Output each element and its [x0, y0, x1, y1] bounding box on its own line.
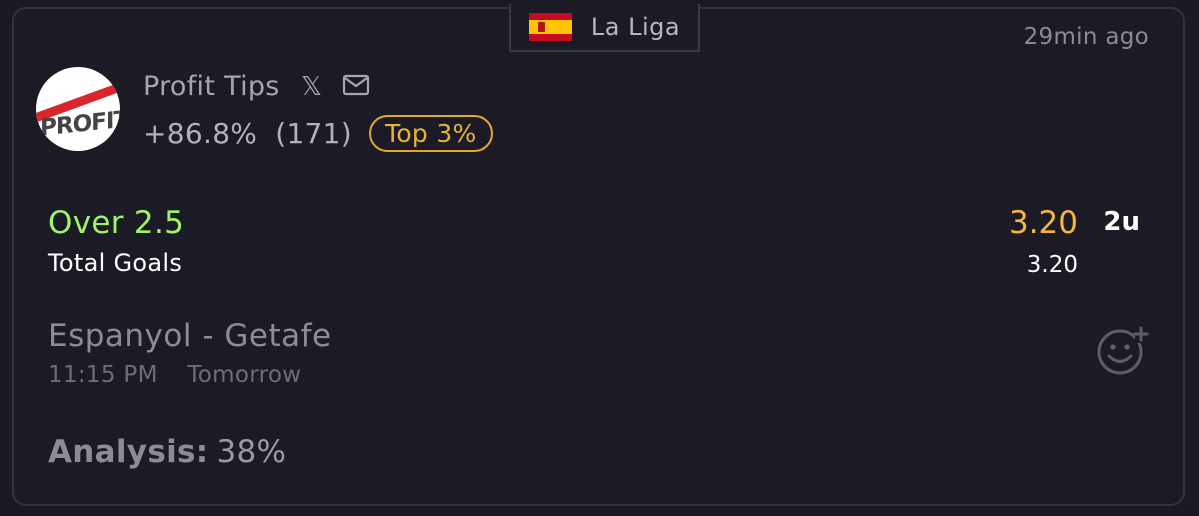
spain-flag-icon	[528, 13, 572, 41]
match-kickoff-time: 11:15 PM	[48, 362, 158, 388]
tipster-name[interactable]: Profit Tips	[143, 71, 280, 102]
add-reaction-icon[interactable]	[1097, 325, 1151, 381]
pick-selection: Over 2.5	[48, 205, 185, 241]
odds-value: 3.20	[1008, 205, 1078, 241]
analysis-value: 38%	[216, 434, 287, 470]
current-odds-value: 3.20	[1026, 252, 1078, 278]
pick-market: Total Goals	[48, 249, 183, 277]
match-day: Tomorrow	[187, 362, 302, 388]
mail-icon[interactable]	[342, 74, 370, 100]
match-time: 11:15 PM Tomorrow	[48, 362, 301, 388]
league-tab[interactable]: La Liga	[509, 4, 700, 52]
avatar[interactable]: PROFIT	[36, 67, 120, 151]
time-ago: 29min ago	[1023, 24, 1149, 50]
match-teams[interactable]: Espanyol - Getafe	[48, 318, 332, 354]
analysis-label: Analysis:	[48, 434, 209, 470]
league-name: La Liga	[590, 13, 681, 41]
tipster-stats: +86.8% (171) Top 3%	[143, 115, 493, 152]
profit-value: +86.8%	[143, 117, 258, 150]
analysis[interactable]: Analysis: 38%	[48, 434, 286, 470]
tips-count: (171)	[275, 117, 353, 150]
stake-value: 2u	[1103, 207, 1140, 237]
x-icon[interactable]: 𝕏	[301, 72, 322, 102]
rank-badge: Top 3%	[369, 115, 493, 152]
